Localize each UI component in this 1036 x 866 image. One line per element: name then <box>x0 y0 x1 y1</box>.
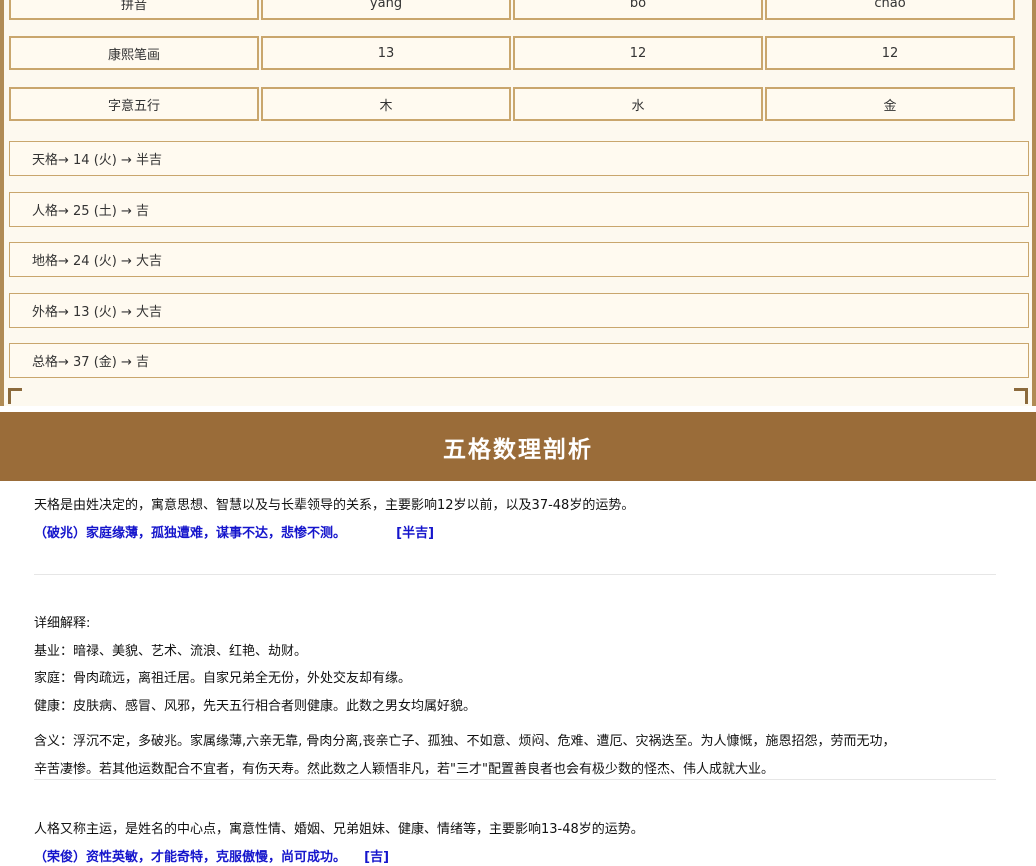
tiange-intro: 天格是由姓决定的，寓意思想、智慧以及与长辈领导的关系，主要影响12岁以前，以及3… <box>34 498 635 513</box>
wuxing-char-1: 木 <box>261 87 511 121</box>
divider <box>34 779 996 780</box>
grid-waige: 外格→ 13 (火) → 大吉 <box>9 293 1029 328</box>
detail-jiankang: 健康：皮肤病、感冒、风邪，先天五行相合者则健康。此数之男女均属好貌。 <box>34 699 477 714</box>
wuxing-label: 字意五行 <box>9 87 259 121</box>
frame-corner-left <box>8 388 22 404</box>
tiange-verdict: （破兆）家庭缘薄，孤独遭难，谋事不达，悲惨不测。 <box>34 526 347 541</box>
detail-hanyi-line1: 含义：浮沉不定，多破兆。家属缘薄,六亲无靠, 骨肉分离,丧亲亡子、孤独、不如意、… <box>34 734 896 749</box>
wuxing-char-3: 金 <box>765 87 1015 121</box>
section-title: 五格数理剖析 <box>443 436 593 463</box>
tiange-tag: [半吉] <box>396 526 435 541</box>
strokes-char-3: 12 <box>765 36 1015 70</box>
strokes-label: 康熙笔画 <box>9 36 259 70</box>
strokes-char-2: 12 <box>513 36 763 70</box>
detail-jiating: 家庭：骨肉疏远，离祖迁居。自家兄弟全无份，外处交友却有缘。 <box>34 671 412 686</box>
renge-intro: 人格又称主运，是姓名的中心点，寓意性情、婚姻、兄弟姐妹、健康、情绪等，主要影响1… <box>34 822 644 837</box>
detail-hanyi-line2: 辛苦凄惨。若其他运数配合不宜者，有伤天寿。然此数之人颖悟非凡，若"三才"配置善良… <box>34 762 774 777</box>
detail-title: 详细解释: <box>34 616 91 631</box>
pinyin-char-2: bo <box>513 0 763 20</box>
wuxing-char-2: 水 <box>513 87 763 121</box>
name-analysis-panel: 拼音 yang bo chao 康熙笔画 13 12 12 字意五行 木 水 金… <box>0 0 1036 406</box>
grid-dige: 地格→ 24 (火) → 大吉 <box>9 242 1029 277</box>
renge-verdict: （荣俊）资性英敏，才能奇特，克服傲慢，尚可成功。 <box>34 850 347 865</box>
detail-jiye: 基业：暗禄、美貌、艺术、流浪、红艳、劫财。 <box>34 644 308 659</box>
divider <box>34 574 996 575</box>
renge-tag: [吉] <box>364 850 390 865</box>
frame-corner-right <box>1014 388 1028 404</box>
renge-verdict-line: （荣俊）资性英敏，才能奇特，克服傲慢，尚可成功。 [吉] <box>34 846 389 865</box>
grid-tiange: 天格→ 14 (火) → 半吉 <box>9 141 1029 176</box>
pinyin-label: 拼音 <box>9 0 259 20</box>
section-header: 五格数理剖析 <box>0 412 1036 481</box>
pinyin-char-1: yang <box>261 0 511 20</box>
strokes-char-1: 13 <box>261 36 511 70</box>
tiange-verdict-line: （破兆）家庭缘薄，孤独遭难，谋事不达，悲惨不测。 [半吉] <box>34 522 434 541</box>
pinyin-char-3: chao <box>765 0 1015 20</box>
grid-renge: 人格→ 25 (土) → 吉 <box>9 192 1029 227</box>
grid-zongge: 总格→ 37 (金) → 吉 <box>9 343 1029 378</box>
